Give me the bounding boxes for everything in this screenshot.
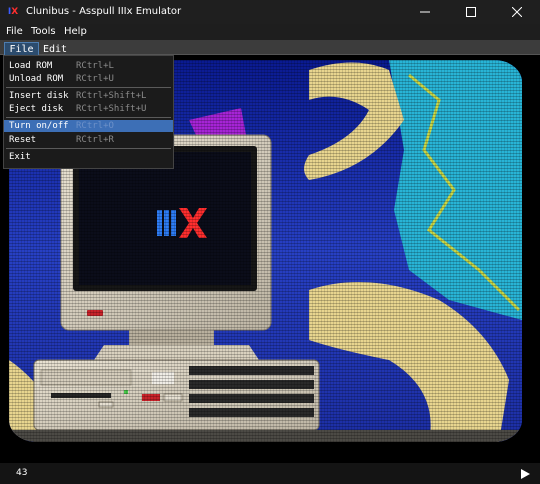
menu-item-shortcut: RCtrl+O [76, 121, 114, 131]
menu-separator [6, 87, 171, 88]
close-icon [512, 7, 522, 17]
file-dropdown-menu: Load ROM RCtrl+L Unload ROM RCtrl+U Inse… [3, 55, 174, 169]
menu-item-load-rom[interactable]: Load ROM RCtrl+L [4, 60, 173, 72]
menu-item-eject-disk[interactable]: Eject disk RCtrl+Shift+U [4, 103, 173, 115]
menu-separator [6, 148, 171, 149]
minimize-button[interactable] [402, 0, 448, 24]
menu-item-label: Reset [9, 135, 37, 145]
minimize-icon [420, 11, 430, 13]
window-title: Clunibus - Asspull IIIx Emulator [26, 6, 182, 17]
close-button[interactable] [494, 0, 540, 24]
title-bar: IX Clunibus - Asspull IIIx Emulator [0, 0, 540, 24]
menu-tools[interactable]: Tools [31, 26, 56, 37]
menu-item-shortcut: RCtrl+L [76, 61, 114, 71]
menu-item-label: Exit [9, 152, 31, 162]
emulated-menu-bar [0, 40, 540, 55]
menu-item-label: Load ROM [9, 61, 53, 71]
menu-item-reset[interactable]: Reset RCtrl+R [4, 134, 173, 146]
frame-counter: 43 [16, 468, 28, 478]
menu-item-insert-disk[interactable]: Insert disk RCtrl+Shift+L [4, 90, 173, 102]
menu-bar: File Tools Help [0, 24, 540, 40]
menu-help[interactable]: Help [64, 26, 87, 37]
menu-item-shortcut: RCtrl+Shift+U [76, 104, 147, 114]
menu-item-exit[interactable]: Exit [4, 151, 173, 163]
menu-item-shortcut: RCtrl+U [76, 74, 114, 84]
maximize-button[interactable] [448, 0, 494, 24]
menu-item-label: Insert disk [9, 91, 69, 101]
menu-item-label: Eject disk [9, 104, 64, 114]
menu-separator [6, 117, 171, 118]
status-bar: 43 [0, 463, 540, 484]
play-button[interactable] [518, 467, 532, 481]
menu-item-unload-rom[interactable]: Unload ROM RCtrl+U [4, 73, 173, 85]
maximize-icon [466, 7, 476, 17]
play-icon [521, 469, 530, 479]
menu-file[interactable]: File [6, 26, 23, 37]
menu-item-label: Turn on/off [9, 121, 69, 131]
menu-item-shortcut: RCtrl+R [76, 135, 114, 145]
app-logo-icon: IX [7, 7, 19, 17]
menu-item-shortcut: RCtrl+Shift+L [76, 91, 147, 101]
menu-item-turn-on-off[interactable]: Turn on/off RCtrl+O [4, 120, 173, 132]
menu-item-label: Unload ROM [9, 74, 64, 84]
